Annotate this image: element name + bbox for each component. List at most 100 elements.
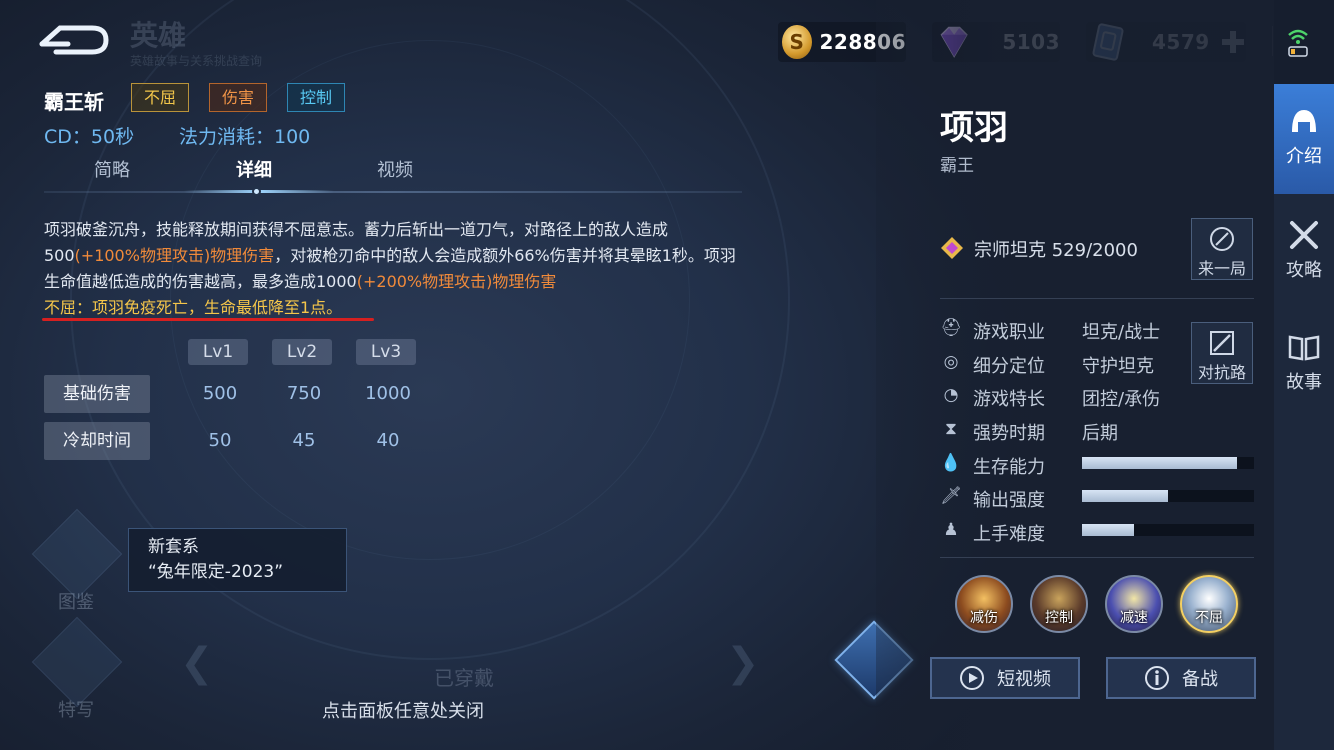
helmet-icon (1292, 110, 1316, 132)
prev-arrow-icon[interactable]: ❮ (180, 640, 214, 686)
row-label-base-damage: 基础伤害 (44, 375, 150, 413)
attr-value: 守护坦克 (1082, 356, 1154, 377)
attr-value: 后期 (1082, 423, 1118, 444)
tabs-divider (44, 191, 742, 193)
tab-detail[interactable]: 详细 (236, 156, 272, 182)
compass-icon (1210, 227, 1234, 251)
skill-mana-cost: 法力消耗：100 (179, 126, 311, 148)
panel-divider (940, 557, 1254, 558)
damage-bar (1082, 490, 1254, 502)
attr-label: 游戏职业 (973, 322, 1045, 343)
damage-icon: 🗡 (940, 486, 962, 506)
position-icon: ◎ (943, 352, 959, 372)
gold-coin-icon: S (782, 25, 812, 59)
rank-badge-icon (941, 237, 963, 259)
lane-counter-button[interactable]: 对抗路 (1191, 322, 1253, 384)
difficulty-icon: ♟ (943, 520, 959, 540)
page-subtitle: 英雄故事与关系挑战查询 (130, 54, 263, 68)
red-underline-annotation (42, 318, 374, 321)
rail-label: 攻略 (1286, 260, 1322, 281)
table-cell: 1000 (365, 383, 411, 404)
skill-icon-control[interactable]: 控制 (1030, 575, 1088, 633)
skill-icon-label: 减伤 (970, 610, 998, 626)
codex-label: 图鉴 (58, 592, 94, 613)
play-one-game-button[interactable]: 来一局 (1191, 218, 1253, 280)
hero-title: 霸王 (940, 156, 974, 176)
next-arrow-icon[interactable]: ❯ (726, 640, 760, 686)
skill-icon-label: 控制 (1045, 610, 1073, 626)
tag-unyielding: 不屈 (131, 83, 190, 112)
prepare-label: 备战 (1182, 669, 1218, 690)
tag-control: 控制 (287, 83, 346, 112)
back-arrow-icon[interactable] (38, 20, 110, 60)
level-header-1: Lv1 (188, 339, 248, 365)
book-icon (1288, 335, 1320, 361)
prepare-button[interactable]: 备战 (1106, 657, 1256, 699)
bar-fill (1082, 524, 1134, 536)
specialty-icon: ◔ (943, 385, 959, 405)
bar-label: 生存能力 (973, 457, 1045, 478)
level-header-2: Lv2 (272, 339, 332, 365)
row-label-cooldown: 冷却时间 (44, 422, 150, 460)
rail-label: 介绍 (1286, 146, 1322, 167)
skill-icon-label: 减速 (1120, 610, 1148, 626)
level-header-3: Lv3 (356, 339, 416, 365)
table-cell: 45 (292, 430, 316, 451)
attr-value: 团控/承伤 (1082, 389, 1161, 410)
desc-highlight-2: (+200%物理攻击)物理伤害 (356, 272, 557, 291)
tooltip-title: 新套系 (148, 537, 199, 557)
rail-label: 故事 (1286, 372, 1322, 393)
codex-icon[interactable] (31, 508, 123, 600)
bar-label: 输出强度 (973, 490, 1045, 511)
bar-fill (1082, 457, 1237, 469)
wifi-signal-icon (1288, 29, 1308, 57)
hourglass-icon: ⧗ (945, 419, 957, 439)
lane-icon (1210, 331, 1234, 355)
rail-item-guide[interactable]: 攻略 (1274, 198, 1334, 308)
tab-brief[interactable]: 简略 (94, 156, 130, 182)
role-icon: ⛑ (940, 318, 962, 338)
desc-passive: 不屈：项羽免疫死亡，生命最低降至1点。 (44, 298, 343, 317)
closeup-icon[interactable] (31, 616, 123, 708)
info-circle-icon (1145, 666, 1169, 690)
skill-icon-label: 不屈 (1195, 610, 1223, 626)
difficulty-bar (1082, 524, 1254, 536)
closeup-label: 特写 (58, 700, 94, 721)
table-cell: 500 (202, 383, 238, 404)
hero-rank: 宗师坦克 529/2000 (974, 240, 1138, 261)
skill-name: 霸王斩 (44, 90, 104, 114)
skill-icon-damage-reduction[interactable]: 减伤 (955, 575, 1013, 633)
short-video-label: 短视频 (997, 669, 1051, 690)
skill-tabs: 简略 详细 视频 (44, 156, 742, 196)
lane-counter-label: 对抗路 (1197, 363, 1246, 382)
rail-item-story[interactable]: 故事 (1274, 310, 1334, 420)
table-cell: 40 (376, 430, 400, 451)
attr-label: 强势时期 (973, 423, 1045, 444)
active-tab-dot (252, 187, 261, 196)
rail-item-intro[interactable]: 介绍 (1274, 84, 1334, 194)
skin-tooltip: 新套系 “兔年限定-2023” (128, 528, 347, 592)
close-hint: 点击面板任意处关闭 (322, 701, 484, 722)
panel-divider (940, 298, 1254, 299)
skill-icon-slow[interactable]: 减速 (1105, 575, 1163, 633)
attr-label: 细分定位 (973, 356, 1045, 377)
page-title: 英雄 (130, 19, 187, 52)
short-video-button[interactable]: 短视频 (930, 657, 1080, 699)
bar-label: 上手难度 (973, 524, 1045, 545)
tag-damage: 伤害 (209, 83, 268, 112)
hero-name: 项羽 (940, 108, 1008, 148)
attr-value: 坦克/战士 (1082, 322, 1161, 343)
crossed-swords-icon (1290, 221, 1318, 249)
skill-icon-unyielding[interactable]: 不屈 (1180, 575, 1238, 633)
bar-fill (1082, 490, 1168, 502)
tooltip-text: “兔年限定-2023” (148, 562, 284, 582)
skill-cooldown: CD：50秒 (44, 126, 135, 148)
skill-description: 项羽破釜沉舟，技能释放期间获得不屈意志。蓄力后斩出一道刀气，对路径上的敌人造成5… (44, 217, 744, 321)
play-circle-icon (960, 666, 984, 690)
attr-label: 游戏特长 (973, 389, 1045, 410)
equipped-status: 已穿戴 (434, 666, 494, 690)
tab-video[interactable]: 视频 (377, 156, 413, 182)
table-cell: 50 (208, 430, 232, 451)
survival-bar (1082, 457, 1254, 469)
play-one-game-label: 来一局 (1197, 259, 1246, 278)
